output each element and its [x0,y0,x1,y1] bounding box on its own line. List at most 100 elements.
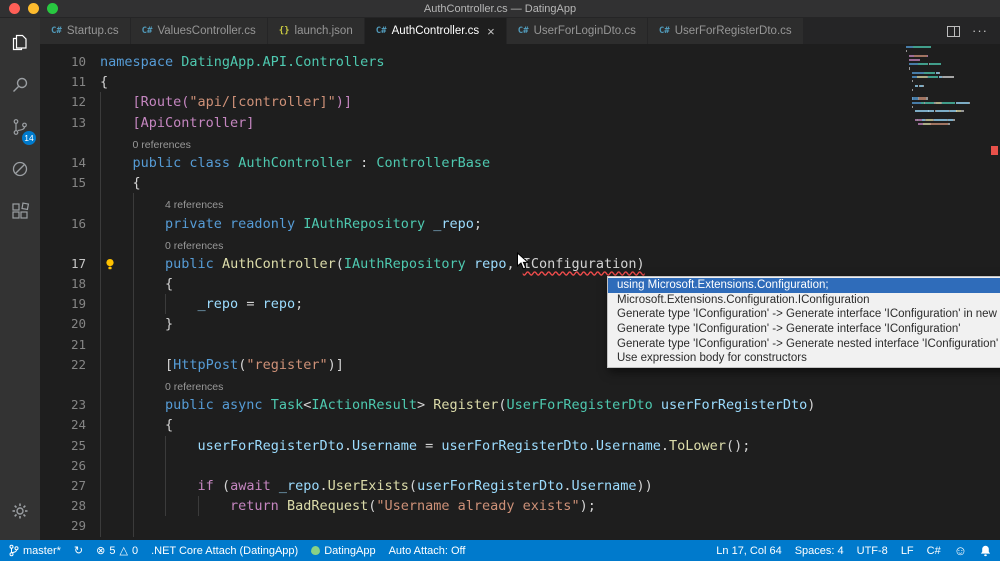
omnisharp-project-selector[interactable]: DatingApp [311,545,376,557]
more-actions-icon[interactable]: ··· [972,24,988,37]
code-editor[interactable]: 10 namespace DatingApp.API.Controllers 11 {… [40,44,1000,540]
codelens-link[interactable]: 0 references [133,139,191,151]
code-line[interactable]: 25 userForRegisterDto.Username = userFor… [40,435,1000,456]
minimap[interactable] [906,46,986,132]
line-number[interactable]: 10 [40,52,86,72]
line-number[interactable]: 14 [40,153,86,173]
sync-button[interactable]: ↻ [74,544,83,557]
code-text: public async Task<IActionResult> Registe… [100,395,815,415]
language-mode-indicator[interactable]: C# [927,545,941,557]
line-number[interactable]: 27 [40,476,86,496]
line-number[interactable]: 20 [40,314,86,334]
tab-valuescontroller-cs[interactable]: C# ValuesController.cs [130,18,268,44]
code-token: return [230,498,287,515]
code-token: . [587,437,596,454]
tab-launch-json[interactable]: {} launch.json [267,18,365,44]
code-text: [ApiController] [100,113,255,133]
line-number[interactable]: 24 [40,415,86,435]
code-token: . [319,477,328,494]
extensions-icon[interactable] [0,190,40,232]
codelens-link[interactable]: 4 references [165,199,223,211]
debug-target-selector[interactable]: .NET Core Attach (DatingApp) [151,545,298,557]
settings-gear-icon[interactable] [0,490,40,532]
code-token: userForRegisterDto [197,437,344,454]
close-tab-icon[interactable]: × [487,24,495,39]
close-window-button[interactable] [9,3,20,14]
cursor-position-indicator[interactable]: Ln 17, Col 64 [716,545,781,557]
search-icon[interactable] [0,64,40,106]
line-number[interactable]: 23 [40,395,86,415]
errors-icon: ⊗ [96,545,106,557]
tab-startup-cs[interactable]: C# Startup.cs [40,18,131,44]
code-line[interactable]: 15 { [40,173,1000,194]
minimize-window-button[interactable] [28,3,39,14]
codelens-link[interactable]: 0 references [165,240,223,252]
problems-indicator[interactable]: ⊗ 5 △ 0 [96,544,138,558]
code-text: userForRegisterDto.Username = userForReg… [100,436,751,456]
tab-authcontroller-cs[interactable]: C# AuthController.cs × [364,18,507,44]
eol-indicator[interactable]: LF [901,545,914,557]
file-type-icon: C# [51,26,62,36]
indent-guide [132,455,134,476]
code-line[interactable]: 23 public async Task<IActionResult> Regi… [40,395,1000,416]
quick-fix-item[interactable]: Generate type 'IConfiguration' -> Genera… [608,307,1000,322]
code-text: return BadRequest("Username already exis… [100,496,596,516]
line-number[interactable]: 17 [40,254,86,274]
code-line[interactable]: 12 [Route("api/[controller]")] [40,92,1000,113]
line-number[interactable]: 19 [40,294,86,314]
explorer-icon[interactable] [0,22,40,64]
minimap-line [906,105,986,109]
line-number[interactable]: 15 [40,173,86,193]
codelens-row[interactable]: 0 references [40,132,1000,153]
indent-guide [100,193,101,214]
line-number[interactable]: 22 [40,355,86,375]
quick-fix-item[interactable]: Microsoft.Extensions.Configuration.IConf… [608,293,1000,308]
codelens-row[interactable]: 4 references [40,193,1000,214]
code-line[interactable]: 26 [40,455,1000,476]
line-number[interactable]: 18 [40,274,86,294]
codelens-link[interactable]: 0 references [165,381,223,393]
quick-fix-item[interactable]: using Microsoft.Extensions.Configuration… [608,278,1000,293]
line-number[interactable]: 11 [40,72,86,92]
code-line[interactable]: 14 public class AuthController : Control… [40,152,1000,174]
code-line[interactable]: 13 [ApiController] [40,112,1000,133]
quick-fix-item[interactable]: Use expression body for constructors [608,351,1000,366]
codelens-row[interactable]: 0 references [40,233,1000,254]
tab-userforlogindto-cs[interactable]: C# UserForLoginDto.cs [506,18,648,44]
code-line[interactable]: 16 private readonly IAuthRepository _rep… [40,213,1000,234]
tab-bar: C# Startup.cs C# ValuesController.cs {} launc… [40,18,1000,44]
indentation-indicator[interactable]: Spaces: 4 [795,545,844,557]
split-editor-icon[interactable] [947,25,960,37]
code-line[interactable]: 11 { [40,72,1000,92]
zoom-window-button[interactable] [47,3,58,14]
line-number[interactable]: 26 [40,456,86,476]
auto-attach-indicator[interactable]: Auto Attach: Off [389,545,466,557]
line-number[interactable]: 12 [40,92,86,112]
code-line[interactable]: 29 [40,516,1000,537]
code-token: Username [571,477,637,494]
debug-icon[interactable] [0,148,40,190]
line-number[interactable]: 29 [40,516,86,536]
code-line[interactable]: 10 namespace DatingApp.API.Controllers [40,52,1000,72]
line-number[interactable]: 28 [40,496,86,516]
code-token: { [100,276,174,293]
tab-label: AuthController.cs [391,25,480,37]
indent-guide [132,233,134,254]
code-line[interactable]: 27 if (await _repo.UserExists(userForReg… [40,475,1000,497]
quick-fix-item[interactable]: Generate type 'IConfiguration' -> Genera… [608,322,1000,337]
codelens-row[interactable]: 0 references [40,375,1000,396]
line-number[interactable]: 16 [40,214,86,234]
feedback-smiley-icon[interactable]: ☺ [954,544,967,557]
notifications-bell-icon[interactable] [980,545,991,557]
line-number[interactable]: 13 [40,113,86,133]
line-number[interactable]: 25 [40,436,86,456]
line-number[interactable]: 21 [40,335,86,355]
code-line[interactable]: 28 return BadRequest("Username already e… [40,496,1000,517]
tab-userforregisterdto-cs[interactable]: C# UserForRegisterDto.cs [647,18,804,44]
encoding-indicator[interactable]: UTF-8 [857,545,888,557]
source-control-icon[interactable]: 14 [0,106,40,148]
code-line[interactable]: 24 { [40,415,1000,436]
quick-fix-item[interactable]: Generate type 'IConfiguration' -> Genera… [608,337,1000,352]
git-branch-indicator[interactable]: master* [9,544,61,557]
